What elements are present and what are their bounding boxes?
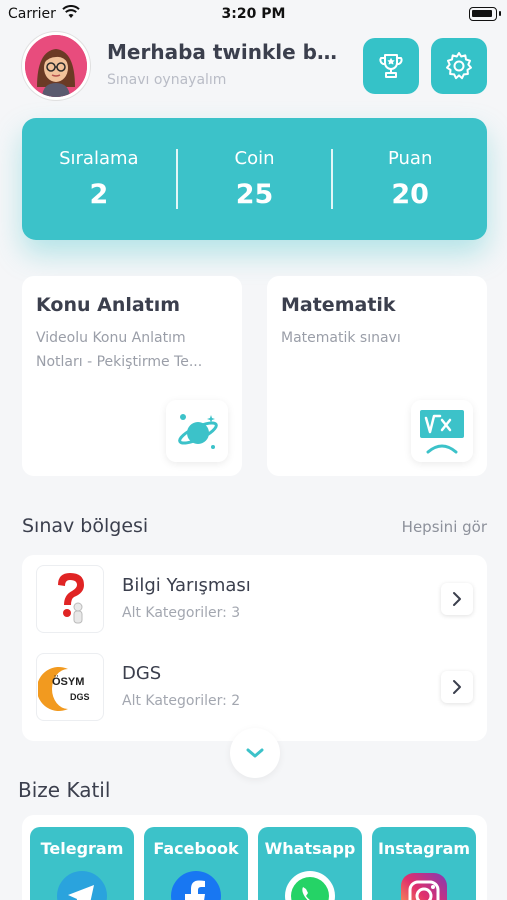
status-time: 3:20 PM xyxy=(221,6,286,22)
status-bar: Carrier 3:20 PM xyxy=(0,0,507,30)
social-label: Instagram xyxy=(377,839,471,858)
feature-description: Videolu Konu Anlatım Notları - Pekiştirm… xyxy=(36,330,203,370)
quiz-list: Bilgi Yarışması Alt Kategoriler: 3 ÖSYM … xyxy=(22,555,487,741)
chevron-right-icon xyxy=(453,680,461,694)
stat-coin: Coin 25 xyxy=(178,118,332,240)
osym-logo-text: ÖSYM xyxy=(52,675,84,688)
quiz-section-title: Sınav bölgesi xyxy=(22,515,149,537)
social-panel: Telegram Facebook Whatsapp Instagram xyxy=(22,815,487,900)
math-board-icon xyxy=(411,400,473,462)
chevron-down-icon xyxy=(246,748,264,758)
feature-description: Matematik sınavı xyxy=(281,330,401,346)
stat-ranking: Sıralama 2 xyxy=(22,118,176,240)
instagram-card[interactable]: Instagram xyxy=(372,827,476,900)
stat-label: Sıralama xyxy=(59,148,139,169)
list-item[interactable]: ÖSYM DGS DGS Alt Kategoriler: 2 xyxy=(22,653,487,723)
see-all-link[interactable]: Hepsini gör xyxy=(402,518,487,536)
quiz-title: DGS xyxy=(122,663,162,684)
chevron-right-icon xyxy=(453,592,461,606)
telegram-card[interactable]: Telegram xyxy=(30,827,134,900)
social-label: Whatsapp xyxy=(264,839,356,858)
quiz-title: Bilgi Yarışması xyxy=(122,575,251,596)
leaderboard-button[interactable] xyxy=(363,38,419,94)
whatsapp-icon xyxy=(285,871,335,900)
math-card[interactable]: Matematik Matematik sınavı xyxy=(267,276,487,476)
join-section-title: Bize Katil xyxy=(18,778,111,802)
stats-card: Sıralama 2 Coin 25 Puan 20 xyxy=(22,118,487,240)
quiz-subtitle: Alt Kategoriler: 2 xyxy=(122,693,241,709)
feature-title: Matematik xyxy=(281,294,396,316)
list-item[interactable]: Bilgi Yarışması Alt Kategoriler: 3 xyxy=(22,565,487,635)
avatar[interactable] xyxy=(22,32,90,100)
battery-icon xyxy=(469,7,501,21)
gear-icon xyxy=(446,52,472,80)
greeting-subtitle: Sınavı oynayalım xyxy=(107,72,227,88)
feature-title: Konu Anlatım xyxy=(36,294,181,316)
greeting-title: Merhaba twinkle bari... xyxy=(107,40,347,64)
stat-label: Coin xyxy=(234,148,275,169)
settings-button[interactable] xyxy=(431,38,487,94)
open-quiz-button[interactable] xyxy=(441,583,473,615)
trophy-icon xyxy=(379,54,403,78)
facebook-card[interactable]: Facebook xyxy=(144,827,248,900)
whatsapp-card[interactable]: Whatsapp xyxy=(258,827,362,900)
question-mark-icon xyxy=(36,565,104,633)
stat-value: 20 xyxy=(391,179,429,210)
social-label: Facebook xyxy=(153,839,239,858)
avatar-illustration xyxy=(25,35,87,97)
stat-value: 25 xyxy=(235,179,274,210)
quiz-subtitle: Alt Kategoriler: 3 xyxy=(122,605,241,621)
lessons-card[interactable]: Konu Anlatım Videolu Konu Anlatım Notlar… xyxy=(22,276,242,476)
open-quiz-button[interactable] xyxy=(441,671,473,703)
planet-icon xyxy=(166,400,228,462)
social-label: Telegram xyxy=(40,839,124,858)
stat-value: 2 xyxy=(89,179,109,210)
expand-list-button[interactable] xyxy=(230,728,280,778)
osym-dgs-logo: ÖSYM DGS xyxy=(36,653,104,721)
instagram-icon xyxy=(401,873,447,900)
facebook-icon xyxy=(171,871,221,900)
stat-points: Puan 20 xyxy=(333,118,487,240)
telegram-icon xyxy=(57,871,107,900)
stat-label: Puan xyxy=(387,148,433,169)
dgs-logo-text: DGS xyxy=(70,692,90,702)
